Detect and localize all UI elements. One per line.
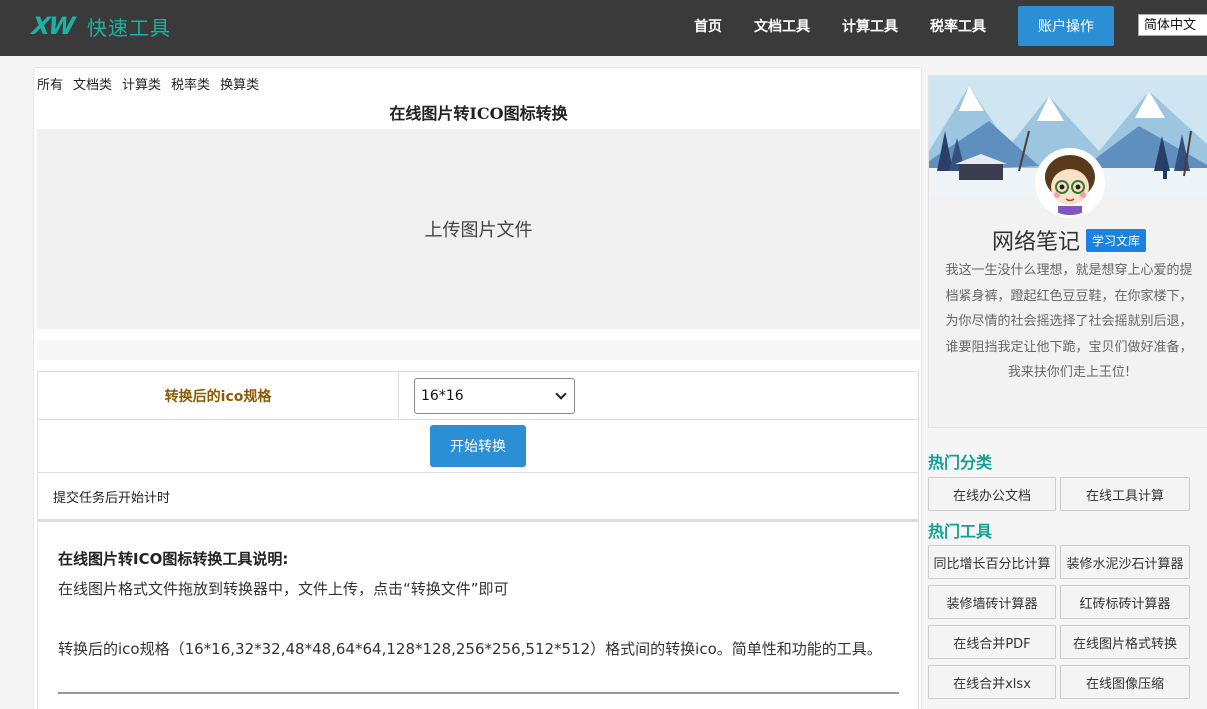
description-line-2: 转换后的ico规格（16*16,32*32,48*48,64*64,128*12… <box>58 640 882 658</box>
logo-mark: XW <box>30 12 75 40</box>
upload-dropzone[interactable]: 上传图片文件 <box>37 129 920 329</box>
category-doc[interactable]: 文档类 <box>73 74 112 93</box>
profile-name-row: 网络笔记 学习文库 <box>929 224 1207 256</box>
description-line-1: 在线图片格式文件拖放到转换器中，文件上传，点击“转换文件”即可 <box>58 580 509 598</box>
profile-card: 网络笔记 学习文库 我这一生没什么理想，就是想穿上心爱的提档紧身裤，蹬起红色豆豆… <box>928 75 1207 428</box>
hot-tools-title: 热门工具 <box>928 522 993 541</box>
nav-doc-tools[interactable]: 文档工具 <box>754 16 810 36</box>
hot-category-office[interactable]: 在线办公文档 <box>928 477 1056 511</box>
hot-tool-brick-calc[interactable]: 红砖标砖计算器 <box>1060 585 1190 619</box>
category-all[interactable]: 所有 <box>37 74 63 93</box>
hot-tool-cement-calc[interactable]: 装修水泥沙石计算器 <box>1060 545 1190 579</box>
hot-tool-tile-calc[interactable]: 装修墙砖计算器 <box>928 585 1056 619</box>
ico-size-label: 转换后的ico规格 <box>38 372 399 419</box>
category-calc[interactable]: 计算类 <box>122 74 161 93</box>
hot-category-calc[interactable]: 在线工具计算 <box>1060 477 1190 511</box>
hot-tool-image-format[interactable]: 在线图片格式转换 <box>1060 625 1190 659</box>
chevron-down-icon <box>555 387 567 400</box>
hot-tool-merge-pdf[interactable]: 在线合并PDF <box>928 625 1056 659</box>
avatar-illustration <box>1038 151 1102 215</box>
ico-size-select[interactable]: 16*16 <box>414 377 575 414</box>
nav-calc-tools[interactable]: 计算工具 <box>842 16 898 36</box>
ico-size-cell: 16*16 <box>399 372 918 419</box>
profile-badge[interactable]: 学习文库 <box>1086 228 1147 252</box>
action-row: 开始转换 <box>38 420 918 473</box>
account-button[interactable]: 账户操作 <box>1018 6 1114 46</box>
main-panel: 所有 文档类 计算类 税率类 换算类 在线图片转ICO图标转换 上传图片文件 转… <box>33 67 922 709</box>
top-header: XW 快速工具 首页 文档工具 计算工具 税率工具 账户操作 简体中文 <box>0 0 1207 56</box>
option-row: 转换后的ico规格 16*16 <box>38 372 918 420</box>
hot-tool-yoy-growth[interactable]: 同比增长百分比计算 <box>928 545 1056 579</box>
avatar[interactable] <box>1035 148 1105 218</box>
category-convert[interactable]: 换算类 <box>220 74 259 93</box>
options-table: 转换后的ico规格 16*16 开始转换 提交任务后开始计时 <box>37 371 919 522</box>
language-select[interactable]: 简体中文 <box>1138 14 1207 36</box>
page-title: 在线图片转ICO图标转换 <box>389 104 568 123</box>
hot-categories-title: 热门分类 <box>928 453 993 472</box>
nav-home[interactable]: 首页 <box>694 16 722 36</box>
profile-bio: 我这一生没什么理想，就是想穿上心爱的提档紧身裤，蹬起红色豆豆鞋，在你家楼下，为你… <box>945 263 1193 380</box>
progress-strip <box>37 340 920 360</box>
timer-status: 提交任务后开始计时 <box>38 473 918 521</box>
hot-tool-image-compress[interactable]: 在线图像压缩 <box>1060 665 1190 699</box>
category-tax[interactable]: 税率类 <box>171 74 210 93</box>
start-convert-button[interactable]: 开始转换 <box>430 425 526 467</box>
nav-tax-tools[interactable]: 税率工具 <box>930 16 986 36</box>
logo-text: 快速工具 <box>86 15 171 40</box>
description-section: 在线图片转ICO图标转换工具说明: 在线图片格式文件拖放到转换器中，文件上传，点… <box>37 522 919 709</box>
ico-size-value: 16*16 <box>421 387 464 404</box>
category-filter: 所有 文档类 计算类 税率类 换算类 <box>37 74 259 93</box>
description-title: 在线图片转ICO图标转换工具说明: <box>58 550 289 568</box>
divider <box>58 692 899 694</box>
upload-label: 上传图片文件 <box>424 220 533 241</box>
hot-tool-merge-xlsx[interactable]: 在线合并xlsx <box>928 665 1056 699</box>
site-logo[interactable]: XW 快速工具 <box>30 12 171 40</box>
profile-name: 网络笔记 <box>991 230 1080 255</box>
